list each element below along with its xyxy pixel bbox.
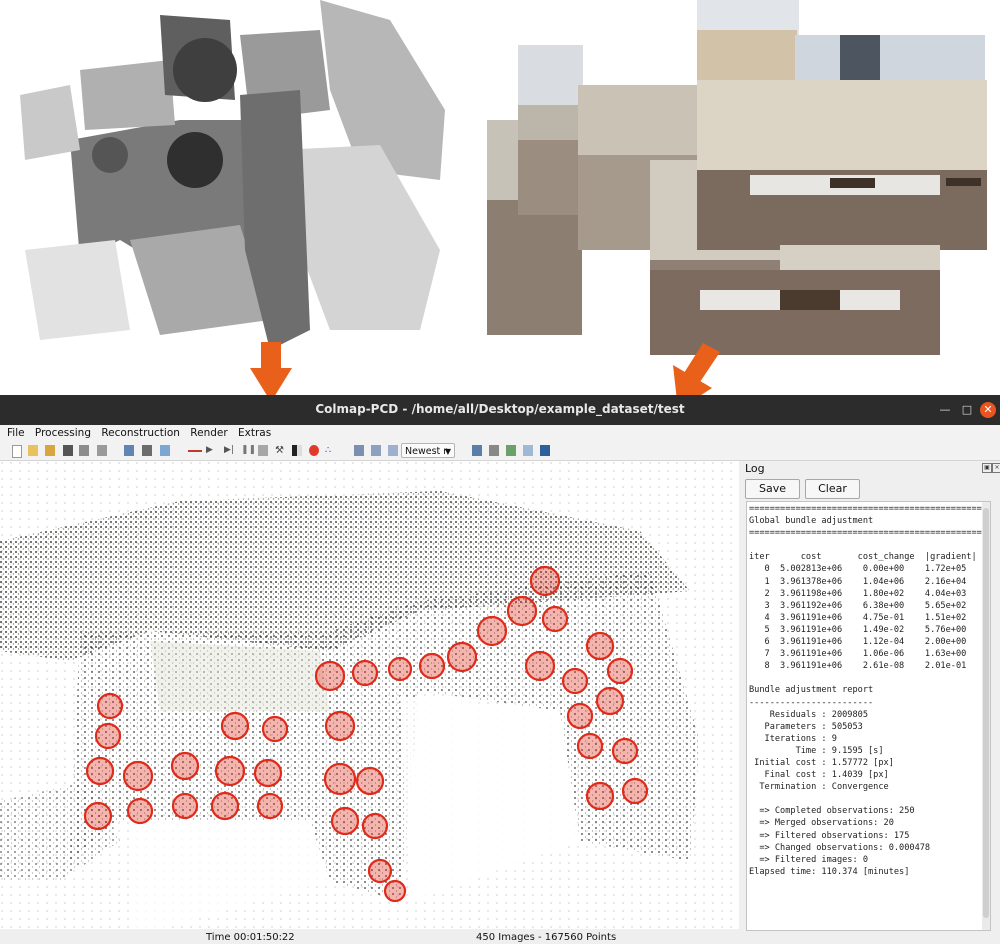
colmap-window: Colmap-PCD - /home/all/Desktop/example_d…: [0, 395, 1000, 944]
sort-select-value: Newest r: [405, 446, 448, 457]
float-dock-icon[interactable]: ▣: [982, 463, 992, 473]
log-line: Iterations : 9: [749, 733, 837, 744]
point-cloud-canvas[interactable]: [0, 461, 739, 929]
menu-file[interactable]: File: [7, 425, 25, 442]
log-line: 5 3.961191e+06 1.49e-02 5.76e+00: [749, 624, 967, 635]
images-icon[interactable]: [124, 445, 134, 456]
status-bar: Time 00:01:50:22 450 Images - 167560 Poi…: [0, 931, 1000, 944]
log-line: 1 3.961378e+06 1.04e+06 2.16e+04: [749, 576, 967, 587]
zoom-in-icon[interactable]: [354, 445, 364, 456]
list-icon[interactable]: [472, 445, 482, 456]
save-icon[interactable]: [63, 445, 73, 456]
log-scrollbar[interactable]: [982, 502, 990, 930]
record-icon[interactable]: [309, 445, 319, 456]
log-line: => Completed observations: 250: [749, 806, 915, 817]
log-line: 8 3.961191e+06 2.61e-08 2.01e-01: [749, 661, 967, 672]
zoom-out-icon[interactable]: [371, 445, 381, 456]
pause-icon[interactable]: ❚❚: [241, 445, 256, 456]
log-line: 0 5.002813e+06 0.00e+00 1.72e+05: [749, 564, 967, 575]
log-line: Initial cost : 1.57772 [px]: [749, 757, 894, 768]
maximize-icon[interactable]: □: [959, 402, 975, 418]
figure-illustration: [0, 0, 1000, 410]
log-line: Time : 9.1595 [s]: [749, 745, 884, 756]
log-output: ========================================…: [747, 502, 990, 878]
log-line: 7 3.961191e+06 1.06e-06 1.63e+00: [749, 649, 967, 660]
log-line: => Filtered observations: 175: [749, 830, 910, 841]
status-counts: 450 Images - 167560 Points: [476, 932, 617, 943]
close-icon[interactable]: ✕: [980, 402, 996, 418]
chevron-down-icon: ▼: [444, 447, 451, 456]
log-line: => Changed observations: 0.000478: [749, 842, 931, 853]
log-line: ========================================…: [749, 528, 987, 539]
log-line: Final cost : 1.4039 [px]: [749, 770, 889, 781]
window-title: Colmap-PCD - /home/all/Desktop/example_d…: [315, 402, 685, 416]
log-panel: Log ▣ × Save Clear =====================…: [740, 461, 1000, 931]
log-line: Global bundle adjustment: [749, 516, 874, 527]
menu-reconstruction[interactable]: Reconstruction: [101, 425, 180, 442]
status-time: Time 00:01:50:22: [206, 932, 295, 943]
grid-icon[interactable]: [142, 445, 152, 456]
menu-render[interactable]: Render: [190, 425, 227, 442]
image-view-icon[interactable]: [523, 445, 533, 456]
log-line: ------------------------: [749, 697, 874, 708]
menu-processing[interactable]: Processing: [35, 425, 91, 442]
arrow-down-left: [250, 342, 292, 402]
cluster-icon[interactable]: ∴: [325, 445, 335, 456]
log-line: iter cost cost_change |gradient|: [749, 552, 977, 563]
matrix-icon[interactable]: [489, 445, 499, 456]
log-line: 3 3.961192e+06 6.38e+00 5.65e+02: [749, 600, 967, 611]
toolbar: ▶ ▶| ❚❚ ⚒ ∴ Newest r ▼: [0, 442, 1000, 461]
log-line: 4 3.961191e+06 4.75e-01 1.51e+02: [749, 612, 967, 623]
contrast-icon[interactable]: [292, 445, 302, 456]
scale-icon[interactable]: [388, 445, 398, 456]
play-icon[interactable]: ▶: [206, 445, 216, 456]
title-bar: Colmap-PCD - /home/all/Desktop/example_d…: [0, 395, 1000, 425]
log-line: ========================================…: [749, 504, 987, 514]
save-log-button[interactable]: Save: [745, 479, 800, 499]
log-line: Parameters : 505053: [749, 721, 863, 732]
log-line: 2 3.961198e+06 1.80e+02 4.04e+03: [749, 588, 967, 599]
log-line: => Filtered images: 0: [749, 854, 868, 865]
wrench-icon[interactable]: ⚒: [275, 445, 285, 456]
log-title: Log: [745, 462, 765, 475]
log-line: Bundle adjustment report: [749, 685, 874, 696]
scroll-thumb[interactable]: [983, 508, 989, 918]
save-disk-icon[interactable]: [540, 445, 550, 456]
models-icon[interactable]: [160, 445, 170, 456]
minimize-icon[interactable]: —: [937, 402, 953, 418]
figure-svg: [20, 0, 987, 410]
log-line: Residuals : 2009805: [749, 709, 868, 720]
folder-icon[interactable]: [45, 445, 55, 456]
clear-log-button[interactable]: Clear: [805, 479, 860, 499]
log-line: Termination : Convergence: [749, 782, 889, 793]
database-icon[interactable]: [258, 445, 268, 456]
log-text-area[interactable]: ========================================…: [746, 501, 991, 931]
log-line: Elapsed time: 110.374 [minutes]: [749, 866, 910, 877]
export-icon[interactable]: [97, 445, 107, 456]
log-line: 6 3.961191e+06 1.12e-04 2.00e+00: [749, 637, 967, 648]
import-icon[interactable]: [79, 445, 89, 456]
chart-icon[interactable]: [506, 445, 516, 456]
feature-icon[interactable]: [188, 450, 202, 452]
menu-extras[interactable]: Extras: [238, 425, 271, 442]
point-cloud-render: [20, 0, 445, 350]
log-line: => Merged observations: 20: [749, 818, 894, 829]
photo-collage: [487, 0, 987, 355]
close-dock-icon[interactable]: ×: [992, 463, 1000, 473]
step-icon[interactable]: ▶|: [224, 445, 234, 456]
menu-bar: File Processing Reconstruction Render Ex…: [0, 425, 1000, 442]
open-project-icon[interactable]: [28, 445, 38, 456]
sort-select[interactable]: Newest r ▼: [401, 443, 455, 458]
reconstruction-viewport[interactable]: [0, 461, 739, 929]
new-project-icon[interactable]: [12, 445, 22, 458]
